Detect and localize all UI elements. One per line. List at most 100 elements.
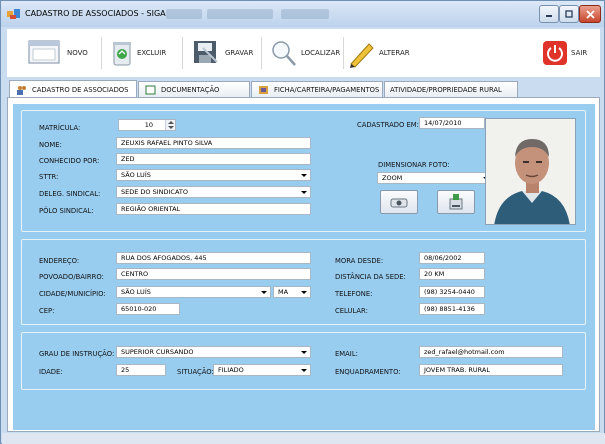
dimensionar-label: DIMENSIONAR FOTO: — [378, 161, 450, 169]
tab-strip: CADASTRO DE ASSOCIADOS DOCUMENTAÇÃO FICH… — [7, 80, 600, 98]
associate-photo — [485, 118, 576, 225]
users-icon — [17, 85, 26, 95]
toolbar-separator — [182, 37, 183, 69]
section-complemento — [21, 332, 586, 390]
tab-ficha[interactable]: FICHA/CARTEIRA/PAGAMENTOS — [251, 81, 383, 97]
idade-label: IDADE: — [39, 368, 63, 376]
new-document-icon — [28, 40, 60, 64]
gravar-button[interactable]: GRAVAR — [191, 33, 253, 73]
mora-label: MORA DESDE: — [335, 257, 384, 265]
pencil-icon — [350, 43, 374, 68]
title-blur — [207, 9, 273, 19]
minimize-button[interactable] — [539, 5, 559, 23]
cep-label: CEP: — [39, 307, 55, 315]
localizar-button[interactable]: LOCALIZAR — [269, 33, 340, 73]
situacao-select[interactable]: FILIADO — [213, 364, 311, 376]
dimensionar-value: ZOOM — [382, 174, 403, 182]
app-icon — [7, 9, 20, 19]
celular-field[interactable]: (98) 8851-4136 — [419, 303, 485, 315]
matricula-label: MATRÍCULA: — [39, 124, 81, 132]
cidade-select[interactable]: SÃO LUÍS — [116, 286, 271, 298]
dimensionar-select[interactable]: ZOOM — [377, 172, 493, 184]
uf-select[interactable]: MA — [273, 286, 311, 298]
maximize-icon — [565, 10, 573, 18]
excluir-label: EXCLUIR — [137, 49, 167, 57]
recycle-bin-icon — [113, 42, 131, 66]
conhecido-field[interactable]: ZED — [116, 153, 311, 165]
tab-atividade[interactable]: ATIVIDADE/PROPRIEDADE RURAL — [384, 81, 518, 97]
endereco-label: ENDEREÇO: — [39, 257, 80, 265]
tab-cadastro[interactable]: CADASTRO DE ASSOCIADOS — [9, 80, 137, 98]
enquadramento-field[interactable]: JOVEM TRAB. RURAL — [419, 364, 563, 376]
polo-field[interactable]: REGIÃO ORIENTAL — [116, 203, 311, 215]
grau-value: SUPERIOR CURSANDO — [121, 348, 194, 356]
toolbar-separator — [343, 37, 344, 69]
person-photo-icon — [486, 119, 575, 224]
chevron-down-icon — [301, 369, 307, 372]
situacao-label: SITUAÇÃO: — [177, 368, 214, 376]
minimize-icon — [546, 15, 552, 17]
title-blur — [166, 9, 202, 19]
cep-field[interactable]: 65010-020 — [116, 303, 180, 315]
telefone-field[interactable]: (98) 3254-0440 — [419, 286, 485, 298]
main-window: CADASTRO DE ASSOCIADOS - SIGA NOVO EXCLU… — [0, 0, 605, 444]
tab-documentacao[interactable]: DOCUMENTAÇÃO — [138, 81, 250, 97]
distancia-field[interactable]: 20 KM — [419, 268, 485, 280]
alterar-label: ALTERAR — [379, 49, 410, 57]
deleg-select[interactable]: SEDE DO SINDICATO — [116, 186, 311, 198]
idade-field[interactable]: 25 — [116, 364, 166, 376]
mora-field[interactable]: 08/06/2002 — [419, 252, 485, 264]
maximize-button[interactable] — [559, 5, 579, 23]
grau-select[interactable]: SUPERIOR CURSANDO — [116, 346, 311, 358]
title-blur — [281, 9, 329, 19]
telefone-label: TELEFONE: — [335, 290, 373, 298]
toolbar-separator — [261, 37, 262, 69]
email-label: EMAIL: — [335, 350, 358, 358]
close-icon — [585, 9, 595, 19]
tab-label: CADASTRO DE ASSOCIADOS — [32, 85, 129, 94]
alterar-button[interactable]: ALTERAR — [347, 33, 410, 73]
matricula-spinner[interactable] — [165, 120, 175, 130]
povoado-label: POVOADO/BAIRRO: — [39, 273, 104, 281]
gravar-label: GRAVAR — [225, 49, 254, 57]
deleg-value: SEDE DO SINDICATO — [121, 188, 188, 196]
close-button[interactable] — [579, 5, 601, 23]
situacao-value: FILIADO — [218, 366, 244, 374]
novo-label: NOVO — [67, 49, 88, 57]
status-bar — [2, 433, 605, 444]
window-title: CADASTRO DE ASSOCIADOS - SIGA — [25, 9, 166, 18]
matricula-value: 10 — [144, 121, 153, 129]
cadastrado-label: CADASTRADO EM: — [357, 121, 419, 129]
conhecido-label: CONHECIDO POR: — [39, 157, 100, 165]
chevron-down-icon — [261, 291, 267, 294]
webcam-button[interactable] — [380, 190, 418, 214]
sair-label: SAIR — [571, 49, 588, 57]
email-field[interactable]: zed_rafael@hotmail.com — [419, 346, 563, 358]
sttr-value: SÃO LUÍS — [121, 171, 151, 179]
excluir-button[interactable]: EXCLUIR — [111, 33, 166, 73]
sair-button[interactable]: SAIR — [543, 33, 587, 73]
sttr-label: STTR: — [39, 173, 59, 181]
povoado-field[interactable]: CENTRO — [116, 268, 311, 280]
endereco-field[interactable]: RUA DOS AFOGADOS, 445 — [116, 252, 311, 264]
nome-field[interactable]: ZEUXIS RAFAEL PINTO SILVA — [116, 137, 311, 149]
novo-button[interactable]: NOVO — [27, 33, 88, 73]
polo-label: PÓLO SINDICAL: — [39, 207, 94, 215]
cidade-value: SÃO LUÍS — [121, 288, 151, 296]
matricula-field[interactable]: 10 — [118, 119, 176, 131]
scanner-button[interactable] — [437, 190, 475, 214]
save-icon — [194, 41, 218, 63]
enquadramento-label: ENQUADRAMENTO: — [335, 368, 401, 376]
cidade-label: CIDADE/MUNICÍPIO: — [39, 290, 106, 298]
grau-label: GRAU DE INSTRUÇÃO: — [39, 350, 115, 358]
sttr-select[interactable]: SÃO LUÍS — [116, 169, 311, 181]
title-bar: CADASTRO DE ASSOCIADOS - SIGA — [1, 1, 604, 27]
document-icon — [145, 85, 156, 94]
deleg-label: DELEG. SINDICAL: — [39, 190, 101, 198]
tab-label: DOCUMENTAÇÃO — [161, 85, 220, 94]
cadastrado-field[interactable]: 14/07/2010 — [419, 117, 485, 129]
chevron-down-icon — [301, 191, 307, 194]
power-icon — [543, 41, 567, 65]
toolbar: NOVO EXCLUIR GRAVAR LOCALIZAR ALTERAR SA… — [7, 29, 600, 77]
celular-label: CELULAR: — [335, 307, 368, 315]
